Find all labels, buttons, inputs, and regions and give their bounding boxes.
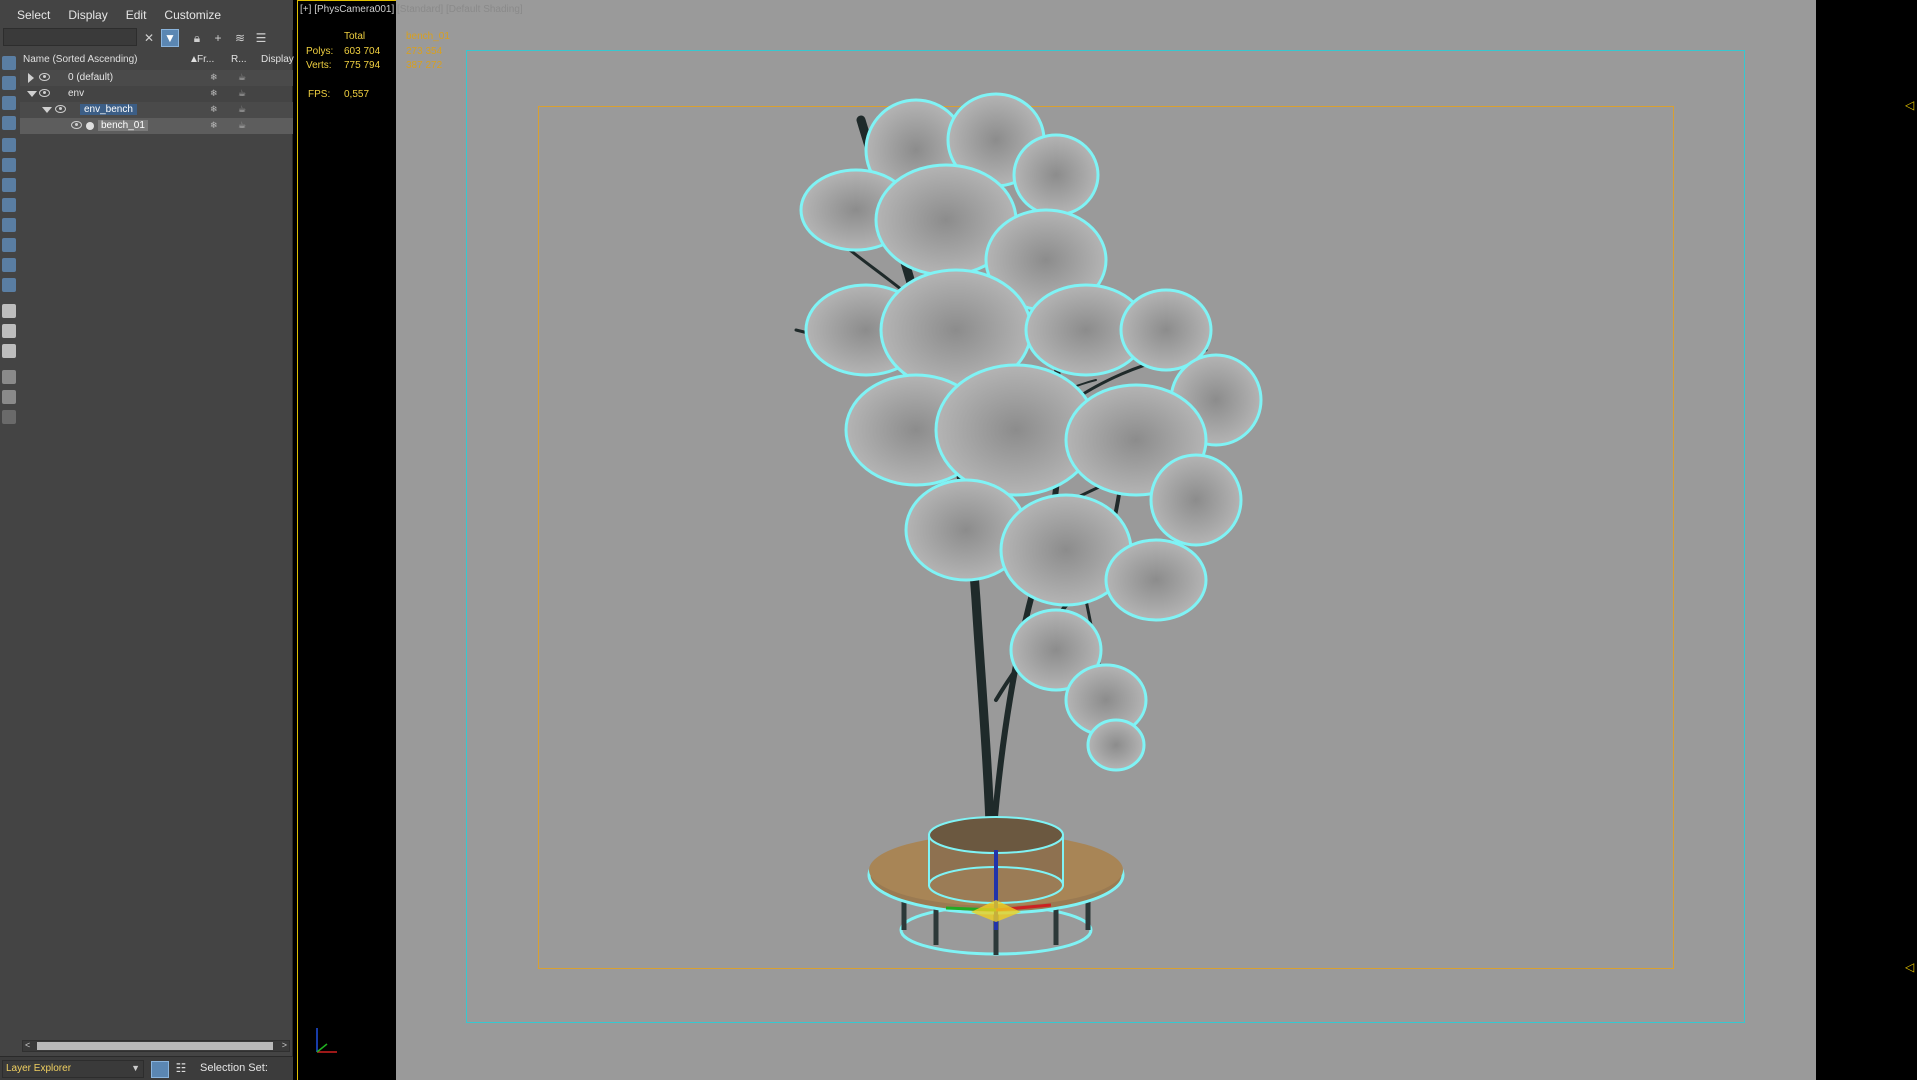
object-label: bench_01 xyxy=(98,120,148,131)
display-helpers-icon[interactable] xyxy=(2,138,16,152)
render-teapot-icon[interactable]: ☕︎ xyxy=(238,104,246,115)
filter-toggle-icon[interactable]: ▼ xyxy=(161,29,179,47)
name-column-header[interactable]: Name (Sorted Ascending) xyxy=(23,54,138,65)
tree-header: Name (Sorted Ascending) ▲ Fr... R... Dis… xyxy=(20,52,294,68)
hierarchy-icon[interactable]: ☰ xyxy=(252,29,270,47)
display-xrefs-icon[interactable] xyxy=(2,198,16,212)
tree-row[interactable]: env_bench ❄ ☕︎ xyxy=(20,102,293,118)
filter-funnel-icon[interactable] xyxy=(2,390,16,404)
explorer-type-value: Layer Explorer xyxy=(6,1063,72,1074)
stats-fps-value: 0,557 xyxy=(344,89,370,100)
explorer-options-icon[interactable] xyxy=(2,410,16,424)
object-dot-icon xyxy=(86,122,94,130)
visibility-eye-icon[interactable] xyxy=(55,105,66,113)
layer-label: env xyxy=(68,88,85,99)
scroll-left-arrow[interactable]: < xyxy=(25,1040,30,1050)
menu-select[interactable]: Select xyxy=(8,8,59,22)
lock-icon[interactable]: 🔒︎ xyxy=(188,29,206,47)
display-particles-icon[interactable] xyxy=(2,258,16,272)
display-containers-icon[interactable] xyxy=(2,238,16,252)
explorer-bottom-bar: Layer Explorer ▼ ☷ Selection Set: xyxy=(0,1056,293,1080)
tree-row[interactable]: bench_01 ❄ ☕︎ xyxy=(20,118,293,134)
display-column-header[interactable]: Display xyxy=(261,54,294,65)
visibility-eye-icon[interactable] xyxy=(39,73,50,81)
menu-edit[interactable]: Edit xyxy=(117,8,156,22)
freeze-icon[interactable]: ❄ xyxy=(210,72,218,83)
scene-tree-with-bench[interactable] xyxy=(396,0,1816,1080)
circular-bench[interactable] xyxy=(867,816,1125,956)
display-hidden-icon[interactable] xyxy=(2,278,16,292)
layers-icon[interactable]: ≋ xyxy=(231,29,249,47)
letterbox-left xyxy=(298,20,396,1080)
expand-icon[interactable] xyxy=(28,73,34,83)
tree-foliage xyxy=(799,92,1263,772)
filter-icon[interactable] xyxy=(2,370,16,384)
visibility-eye-icon[interactable] xyxy=(39,89,50,97)
menu-customize[interactable]: Customize xyxy=(155,8,230,22)
clear-search-icon[interactable]: ✕ xyxy=(140,29,158,47)
stats-polys-label: Polys: xyxy=(306,46,334,57)
world-axis-gizmo-icon xyxy=(316,1028,337,1053)
display-shapes-icon[interactable] xyxy=(2,76,16,90)
render-teapot-icon[interactable]: ☕︎ xyxy=(238,88,246,99)
freeze-icon[interactable]: ❄ xyxy=(210,104,218,115)
stats-verts-total: 775 794 xyxy=(344,60,381,71)
stats-polys-total: 603 704 xyxy=(344,46,381,57)
render-teapot-icon[interactable]: ☕︎ xyxy=(238,120,246,131)
freeze-icon[interactable]: ❄ xyxy=(210,120,218,131)
scroll-right-arrow[interactable]: > xyxy=(282,1040,287,1050)
collapse-icon[interactable] xyxy=(42,107,52,113)
stats-fps-label: FPS: xyxy=(308,89,331,100)
freeze-icon[interactable]: ❄ xyxy=(210,88,218,99)
scrollbar-thumb[interactable] xyxy=(37,1042,273,1050)
display-lights-icon[interactable] xyxy=(2,96,16,110)
display-spacewarps-icon[interactable] xyxy=(2,158,16,172)
scene-explorer-panel: Select Display Edit Customize ✕ ▼ 🔒︎ + ≋… xyxy=(0,0,294,1080)
chevron-down-icon: ▼ xyxy=(131,1063,140,1073)
collapse-icon[interactable] xyxy=(27,91,37,97)
viewport-edge-marker-icon: ◁ xyxy=(1905,960,1915,974)
hierarchy-view-icon[interactable]: ☷ xyxy=(173,1061,189,1078)
invert-icon[interactable] xyxy=(2,344,16,358)
layer-label: 0 (default) xyxy=(68,72,114,83)
display-geometry-icon[interactable] xyxy=(2,56,16,70)
menu-display[interactable]: Display xyxy=(59,8,116,22)
explorer-menubar: Select Display Edit Customize xyxy=(0,0,293,30)
viewport-plus-menu[interactable]: [+] xyxy=(300,4,311,15)
stats-verts-label: Verts: xyxy=(306,60,332,71)
add-layer-icon[interactable]: + xyxy=(209,29,227,47)
display-all-icon[interactable] xyxy=(2,304,16,318)
render-teapot-icon[interactable]: ☕︎ xyxy=(238,72,246,83)
explorer-type-dropdown[interactable]: Layer Explorer ▼ xyxy=(2,1060,144,1078)
horizontal-scrollbar[interactable]: < > xyxy=(22,1040,290,1052)
display-bones-icon[interactable] xyxy=(2,218,16,232)
display-cameras-icon[interactable] xyxy=(2,116,16,130)
explorer-side-toolbar xyxy=(0,52,18,432)
tree-row[interactable]: env ❄ ☕︎ xyxy=(20,86,293,102)
layers-view-icon[interactable] xyxy=(151,1061,169,1078)
letterbox-right xyxy=(1816,0,1917,1080)
display-none-icon[interactable] xyxy=(2,324,16,338)
tree-row[interactable]: 0 (default) ❄ ☕︎ xyxy=(20,70,293,86)
selection-set-label: Selection Set: xyxy=(200,1062,268,1074)
search-input[interactable] xyxy=(3,28,137,46)
stats-total-header: Total xyxy=(344,31,366,42)
freeze-column-header[interactable]: Fr... xyxy=(197,54,214,65)
viewport-camera-menu[interactable]: [PhysCamera001] xyxy=(314,4,394,15)
visibility-eye-icon[interactable] xyxy=(71,121,82,129)
display-groups-icon[interactable] xyxy=(2,178,16,192)
layer-label: env_bench xyxy=(80,104,137,115)
render-column-header[interactable]: R... xyxy=(231,54,247,65)
viewport-edge-marker-icon: ◁ xyxy=(1905,98,1915,112)
